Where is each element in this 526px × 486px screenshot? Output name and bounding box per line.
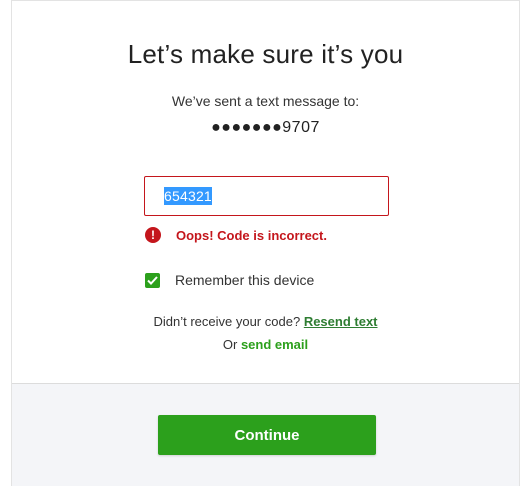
error-message-row: ! Oops! Code is incorrect. — [145, 226, 327, 244]
send-email-row: Or send email — [12, 337, 519, 352]
email-prompt: Or — [222, 337, 238, 352]
remember-device-label: Remember this device — [175, 272, 315, 288]
error-message: Oops! Code is incorrect. — [176, 227, 327, 243]
masked-phone-number: ●●●●●●●9707 — [211, 119, 320, 136]
remember-device-row[interactable]: Remember this device — [145, 271, 314, 289]
exclamation-icon: ! — [145, 227, 161, 243]
page: Let’s make sure it’s you We’ve sent a te… — [0, 0, 526, 486]
remember-device-checkbox[interactable] — [145, 272, 160, 288]
send-email-link[interactable]: send email — [241, 337, 308, 352]
sent-message-text: We’ve sent a text message to: — [171, 93, 360, 109]
continue-button[interactable]: Continue — [158, 415, 376, 455]
resend-row: Didn’t receive your code? Resend text — [12, 314, 519, 329]
resend-text-link[interactable]: Resend text — [304, 314, 378, 329]
card-footer: Continue — [12, 383, 519, 486]
checkmark-icon — [147, 275, 158, 285]
page-title: Let’s make sure it’s you — [127, 39, 404, 69]
verification-code-value: 654321 — [164, 187, 212, 205]
verification-card: Let’s make sure it’s you We’ve sent a te… — [11, 0, 520, 486]
resend-prompt: Didn’t receive your code? — [153, 314, 301, 329]
